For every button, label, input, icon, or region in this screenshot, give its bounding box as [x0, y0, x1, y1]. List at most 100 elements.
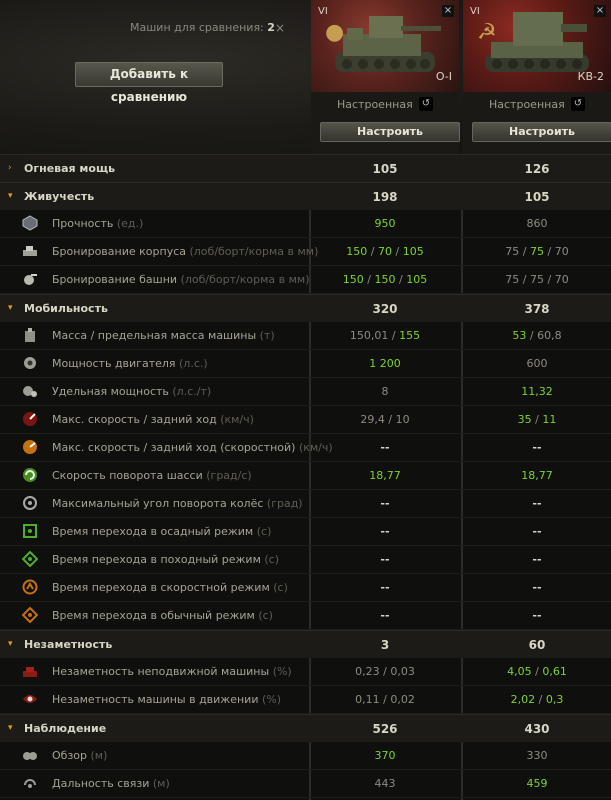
- stat-name: Максимальный угол поворота колёс: [52, 497, 267, 510]
- section-row[interactable]: ▾ Незаметность 3 60: [0, 630, 611, 658]
- stat-label: Время перехода в скоростной режим (с): [52, 581, 288, 594]
- reset-config-icon[interactable]: ↺: [419, 97, 433, 111]
- collapse-arrow-icon[interactable]: ▾: [8, 639, 13, 649]
- value-part: /: [363, 273, 375, 286]
- speed-mode-icon: [22, 579, 38, 595]
- stat-name: Удельная мощность: [52, 385, 173, 398]
- collapse-arrow-icon[interactable]: ▾: [8, 723, 13, 733]
- stat-value: --: [463, 553, 611, 566]
- stat-value: 150 / 70 / 105: [311, 245, 459, 258]
- view-range-icon: [22, 747, 38, 763]
- stat-value: 4,05 / 0,61: [463, 665, 611, 678]
- stat-name: Бронирование башни: [52, 273, 181, 286]
- stat-label: Прочность (ед.): [52, 217, 143, 230]
- stat-unit: (град/с): [206, 469, 252, 482]
- remove-vehicle-icon[interactable]: ×: [594, 5, 606, 17]
- stat-unit: (град): [266, 497, 303, 510]
- section-row[interactable]: › Огневая мощь 105 126: [0, 154, 611, 182]
- engine-icon: [22, 355, 38, 371]
- value-part: 0,23 / 0,03: [355, 665, 415, 678]
- stat-name: Масса / предельная масса машины: [52, 329, 260, 342]
- value-part: 860: [526, 217, 548, 230]
- stat-value: --: [463, 525, 611, 538]
- value-part: 35: [517, 413, 532, 426]
- speed-icon: [22, 411, 38, 427]
- stat-value: 35 / 11: [463, 413, 611, 426]
- stat-value: --: [311, 553, 459, 566]
- value-part: 150: [374, 273, 396, 286]
- clear-compare-icon[interactable]: ×: [275, 21, 285, 35]
- stat-name: Время перехода в осадный режим: [52, 525, 257, 538]
- value-part: 459: [526, 777, 548, 790]
- stat-value: 860: [463, 217, 611, 230]
- section-title: Живучесть: [24, 190, 95, 203]
- weight-icon: [22, 327, 38, 343]
- vehicle-image: VI ● × O-I: [311, 0, 459, 92]
- collapse-arrow-icon[interactable]: ▾: [8, 191, 13, 201]
- value-part: 155: [399, 329, 421, 342]
- config-status: Настроенная: [489, 98, 565, 111]
- speed-mode-speed-icon: [22, 439, 38, 455]
- value-part: 75 / 75 / 70: [505, 273, 569, 286]
- stat-name: Дальность связи: [52, 777, 153, 790]
- section-row[interactable]: ▾ Наблюдение 526 430: [0, 714, 611, 742]
- stat-row: Время перехода в походный режим (с) -- --: [0, 546, 611, 574]
- value-part: 18,77: [521, 469, 553, 482]
- value-part: 330: [526, 749, 548, 762]
- value-part: 11,32: [521, 385, 553, 398]
- durability-icon: [22, 215, 38, 231]
- stat-row: Время перехода в обычный режим (с) -- --: [0, 602, 611, 630]
- stat-value: --: [311, 525, 459, 538]
- stat-value: 950: [311, 217, 459, 230]
- section-row[interactable]: ▾ Живучесть 198 105: [0, 182, 611, 210]
- stat-value: 1 200: [311, 357, 459, 370]
- stat-row: Обзор (м) 370 330: [0, 742, 611, 770]
- value-part: 105: [402, 245, 424, 258]
- stat-unit: (км/ч): [220, 413, 254, 426]
- compare-count-label: Машин для сравнения: 2: [130, 21, 275, 34]
- configure-button[interactable]: Настроить: [472, 122, 611, 142]
- reset-config-icon[interactable]: ↺: [571, 97, 585, 111]
- normal-mode-icon: [21, 606, 39, 624]
- stat-value: --: [463, 441, 611, 454]
- stat-row: Скорость поворота шасси (град/с) 18,77 18,…: [0, 462, 611, 490]
- stat-unit: (м): [90, 749, 108, 762]
- add-to-compare-button[interactable]: Добавить к сравнению: [75, 62, 223, 104]
- section-row[interactable]: ▾ Мобильность 320 378: [0, 294, 611, 322]
- value-part: --: [380, 525, 390, 538]
- expand-arrow-icon[interactable]: ›: [8, 163, 12, 173]
- stat-row: Бронирование башни (лоб/борт/корма в мм)…: [0, 266, 611, 294]
- remove-vehicle-icon[interactable]: ×: [442, 5, 454, 17]
- value-part: --: [532, 553, 542, 566]
- section-score: 320: [372, 302, 398, 316]
- stat-value: 150,01 / 155: [311, 329, 459, 342]
- vehicle-card-kv-2[interactable]: VI ☭ × КВ-2 Настроенная ↺ Настроить: [463, 0, 611, 154]
- stat-value: --: [311, 609, 459, 622]
- traverse-icon: [22, 467, 38, 483]
- vehicle-card-o-i[interactable]: VI ● × O-I Настроенная ↺ Настроить: [311, 0, 460, 154]
- stat-value: 75 / 75 / 70: [463, 273, 611, 286]
- value-part: 150: [346, 245, 368, 258]
- nation-ussr-icon: ☭: [477, 20, 497, 45]
- value-part: 950: [374, 217, 396, 230]
- stat-row: Прочность (ед.) 950 860: [0, 210, 611, 238]
- value-part: 4,05: [507, 665, 532, 678]
- value-part: /: [531, 665, 543, 678]
- stat-label: Незаметность неподвижной машины (%): [52, 665, 292, 678]
- configure-button[interactable]: Настроить: [320, 122, 460, 142]
- value-part: 2,02: [510, 693, 536, 706]
- stat-unit: (с): [273, 581, 288, 594]
- value-part: 150: [342, 273, 364, 286]
- value-part: 0,3: [545, 693, 564, 706]
- value-part: 11: [542, 413, 557, 426]
- stat-unit: (%): [261, 693, 282, 706]
- travel-mode-icon: [21, 550, 39, 568]
- stat-label: Время перехода в походный режим (с): [52, 553, 279, 566]
- section-score: 105: [524, 190, 550, 204]
- section-title: Наблюдение: [24, 722, 107, 735]
- stat-row: Удельная мощность (л.с./т) 8 11,32: [0, 378, 611, 406]
- section-score: 105: [372, 162, 398, 176]
- value-part: 600: [526, 357, 548, 370]
- specific-power-icon: [22, 383, 38, 399]
- collapse-arrow-icon[interactable]: ▾: [8, 303, 13, 313]
